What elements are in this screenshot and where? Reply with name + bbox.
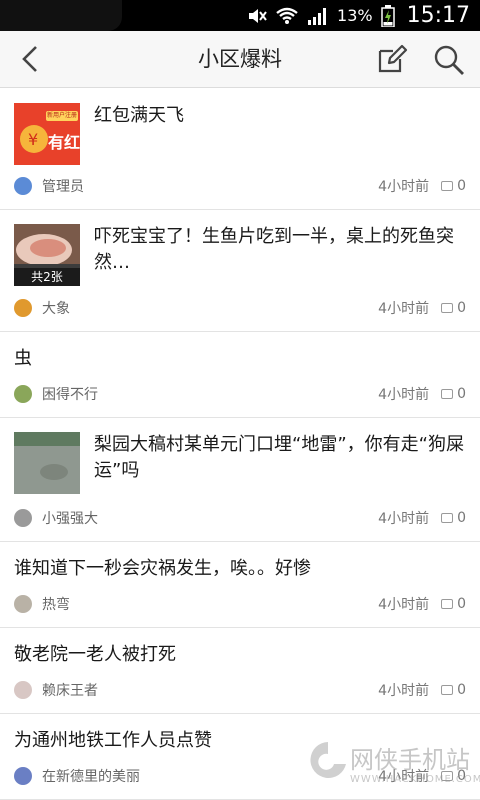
battery-percent: 13% xyxy=(337,6,373,25)
redpacket-tag: 新用户注册 xyxy=(47,112,77,119)
watermark-url: WWW.HACKHOME.COM xyxy=(350,774,480,785)
avatar xyxy=(14,177,32,195)
post-meta: 小强强大 4小时前 0 xyxy=(14,507,466,529)
post-feed: ¥ 新用户注册 有红 红包满天飞 管理员 4小时前 0 共2张 吓死宝宝了！生鱼… xyxy=(0,89,480,800)
redpacket-banner-text: 有红 xyxy=(48,133,80,152)
page-title: 小区爆料 xyxy=(198,47,282,71)
comment-icon xyxy=(441,303,454,313)
post-item[interactable]: 共2张 吓死宝宝了！生鱼片吃到一半，桌上的死鱼突然… 大象 4小时前 0 xyxy=(0,210,480,332)
avatar xyxy=(14,299,32,317)
comment-count-value: 0 xyxy=(457,510,466,526)
post-author: 管理员 xyxy=(42,179,84,195)
post-time: 4小时前 xyxy=(378,511,430,527)
post-author: 赖床王者 xyxy=(42,683,98,699)
clock: 15:17 xyxy=(406,3,470,28)
post-time: 4小时前 xyxy=(378,597,430,613)
app-bar: 小区爆料 xyxy=(0,31,480,88)
post-time: 4小时前 xyxy=(378,387,430,403)
image-count-badge: 共2张 xyxy=(14,268,80,286)
post-title: 吓死宝宝了！生鱼片吃到一半，桌上的死鱼突然… xyxy=(94,226,454,273)
post-author: 困得不行 xyxy=(42,387,98,403)
comment-count[interactable]: 0 xyxy=(441,596,466,612)
post-author: 热弯 xyxy=(42,597,70,613)
post-author: 大象 xyxy=(42,301,70,317)
avatar xyxy=(14,385,32,403)
post-meta: 赖床王者 4小时前 0 xyxy=(14,679,466,701)
post-thumbnail xyxy=(14,432,80,494)
post-time: 4小时前 xyxy=(378,301,430,317)
comment-count[interactable]: 0 xyxy=(441,300,466,316)
status-bar: 13% 15:17 xyxy=(0,0,480,31)
avatar xyxy=(14,681,32,699)
comment-count[interactable]: 0 xyxy=(441,386,466,402)
post-item[interactable]: ¥ 新用户注册 有红 红包满天飞 管理员 4小时前 0 xyxy=(0,89,480,210)
search-icon[interactable] xyxy=(432,43,466,77)
post-meta: 热弯 4小时前 0 xyxy=(14,593,466,615)
comment-count[interactable]: 0 xyxy=(441,510,466,526)
chevron-left-icon xyxy=(22,46,37,72)
comment-count-value: 0 xyxy=(457,300,466,316)
post-meta: 大象 4小时前 0 xyxy=(14,297,466,319)
post-title: 谁知道下一秒会灾祸发生，唉。。好惨 xyxy=(14,558,311,579)
avatar xyxy=(14,595,32,613)
comment-icon xyxy=(441,685,454,695)
back-button[interactable] xyxy=(12,41,48,77)
comment-count[interactable]: 0 xyxy=(441,682,466,698)
wifi-icon xyxy=(276,7,298,24)
mute-icon xyxy=(249,8,267,23)
post-item[interactable]: 梨园大稿村某单元门口埋“地雷”，你有走“狗屎运”吗 小强强大 4小时前 0 xyxy=(0,418,480,542)
comment-count-value: 0 xyxy=(457,596,466,612)
signal-icon xyxy=(308,7,327,25)
post-thumbnail: 共2张 xyxy=(14,224,80,286)
comment-icon xyxy=(441,389,454,399)
post-item[interactable]: 虫 困得不行 4小时前 0 xyxy=(0,332,480,418)
watermark-logo xyxy=(310,742,346,778)
post-meta: 管理员 4小时前 0 xyxy=(14,175,466,197)
watermark: 网侠手机站 WWW.HACKHOME.COM xyxy=(306,732,480,796)
post-title: 梨园大稿村某单元门口埋“地雷”，你有走“狗屎运”吗 xyxy=(94,434,464,481)
comment-icon xyxy=(441,513,454,523)
ground-image xyxy=(14,432,80,494)
comment-count-value: 0 xyxy=(457,386,466,402)
post-meta: 困得不行 4小时前 0 xyxy=(14,383,466,405)
avatar xyxy=(14,767,32,785)
post-item[interactable]: 敬老院一老人被打死 赖床王者 4小时前 0 xyxy=(0,628,480,714)
battery-charging-icon xyxy=(380,4,395,27)
comment-icon xyxy=(441,181,454,191)
comment-count-value: 0 xyxy=(457,178,466,194)
edit-post-icon[interactable] xyxy=(376,43,408,75)
avatar xyxy=(14,509,32,527)
post-title: 红包满天飞 xyxy=(94,105,184,126)
post-author: 小强强大 xyxy=(42,511,98,527)
post-title: 敬老院一老人被打死 xyxy=(14,644,176,665)
watermark-brand: 网侠手机站 xyxy=(350,746,470,774)
post-item[interactable]: 谁知道下一秒会灾祸发生，唉。。好惨 热弯 4小时前 0 xyxy=(0,542,480,628)
comment-count-value: 0 xyxy=(457,682,466,698)
post-time: 4小时前 xyxy=(378,179,430,195)
post-title: 虫 xyxy=(14,348,32,369)
post-thumbnail: ¥ 新用户注册 有红 xyxy=(14,103,80,165)
comment-count[interactable]: 0 xyxy=(441,178,466,194)
svg-text:¥: ¥ xyxy=(28,130,38,149)
status-bar-notch xyxy=(0,0,122,31)
post-time: 4小时前 xyxy=(378,683,430,699)
comment-icon xyxy=(441,599,454,609)
